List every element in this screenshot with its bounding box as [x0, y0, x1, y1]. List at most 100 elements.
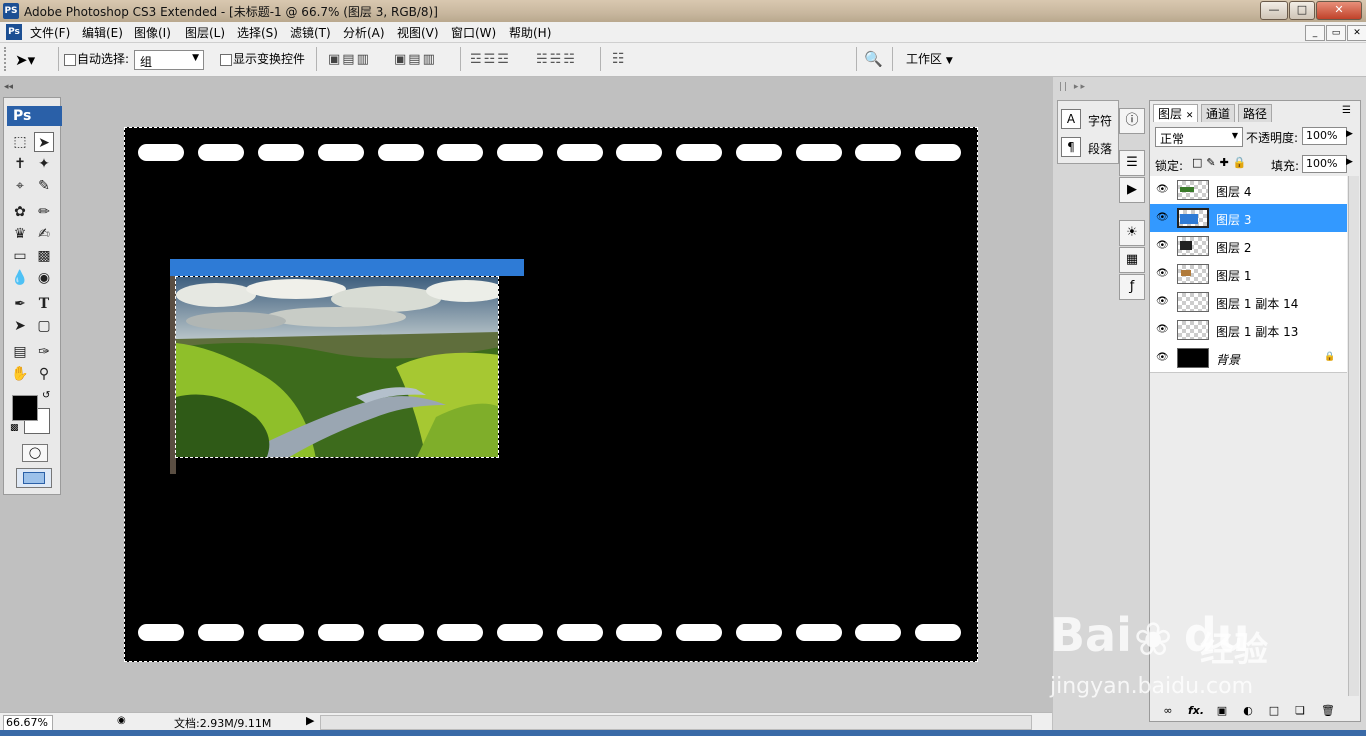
screen-mode-icon[interactable] [16, 468, 52, 488]
layer-name[interactable]: 图层 2 [1216, 239, 1251, 256]
auto-select-dropdown[interactable]: 组 ▼ [134, 50, 204, 70]
default-colors-icon[interactable]: ▩ [10, 423, 19, 433]
menu-view[interactable]: 视图(V) [397, 24, 439, 41]
layer-row-1-copy-13[interactable]: 👁 图层 1 副本 13 [1150, 316, 1347, 345]
layer-name[interactable]: 背景 [1216, 351, 1240, 368]
lasso-icon[interactable]: ✝ [10, 154, 30, 174]
close-icon[interactable]: ✕ [1316, 1, 1362, 20]
status-icon[interactable]: ◉ [117, 715, 126, 726]
eye-icon[interactable]: 👁 [1156, 352, 1169, 364]
adjustment-layer-icon[interactable]: ◐ [1240, 704, 1256, 718]
menu-window[interactable]: 窗口(W) [451, 24, 496, 41]
swap-colors-icon[interactable]: ↺ [42, 390, 50, 401]
history-brush-icon[interactable]: ✍ [34, 224, 54, 244]
magic-wand-icon[interactable]: ✦ [34, 154, 54, 174]
auto-select-checkbox[interactable] [64, 54, 76, 66]
horizontal-scrollbar[interactable] [320, 715, 1032, 730]
layer-name[interactable]: 图层 1 副本 14 [1216, 295, 1298, 312]
layer-name[interactable]: 图层 3 [1216, 211, 1251, 228]
collapse-arrows-icon[interactable]: ◂◂ [4, 82, 60, 94]
layer-mask-icon[interactable]: ▣ [1214, 704, 1230, 718]
maximize-icon[interactable]: □ [1289, 1, 1315, 20]
document-icon[interactable]: Ps [6, 24, 22, 40]
doc-restore-icon[interactable]: ▭ [1326, 25, 1346, 41]
eyedropper-icon[interactable]: ✑ [34, 342, 54, 362]
layer-name[interactable]: 图层 4 [1216, 183, 1251, 200]
workspace-menu[interactable]: 工作区 ▼ [906, 50, 953, 67]
layer-row-1-copy-14[interactable]: 👁 图层 1 副本 14 [1150, 288, 1347, 317]
stamp-icon[interactable]: ♛ [10, 224, 30, 244]
info-icon[interactable]: ⓘ [1119, 108, 1145, 134]
gradient-icon[interactable]: ▩ [34, 246, 54, 266]
slice-icon[interactable]: ✎ [34, 176, 54, 196]
eye-icon[interactable]: 👁 [1156, 296, 1169, 308]
layers-scrollbar[interactable] [1348, 176, 1359, 696]
hand-icon[interactable]: ✋ [10, 364, 30, 384]
styles-icon[interactable]: ƒ [1119, 274, 1145, 300]
panel-menu-icon[interactable]: ☰ [1342, 105, 1351, 116]
brush-icon[interactable]: ✏ [34, 202, 54, 222]
bridge-icon[interactable]: 🔍 [864, 50, 883, 68]
blue-layer-bar[interactable] [170, 259, 524, 276]
menu-file[interactable]: 文件(F) [30, 24, 70, 41]
layer-name[interactable]: 图层 1 副本 13 [1216, 323, 1298, 340]
align-top-icon[interactable]: ▣▤▥ [328, 52, 371, 67]
quick-mask-icon[interactable]: ◯ [22, 444, 48, 462]
blur-icon[interactable]: 💧 [10, 268, 30, 288]
minimize-icon[interactable]: — [1260, 1, 1288, 20]
foreground-color-swatch[interactable] [12, 395, 38, 421]
character-icon[interactable]: A [1061, 109, 1081, 129]
eye-icon[interactable]: 👁 [1156, 212, 1169, 224]
opacity-arrow-icon[interactable]: ▶ [1346, 129, 1353, 139]
healing-icon[interactable]: ✿ [10, 202, 30, 222]
eye-icon[interactable]: 👁 [1156, 184, 1169, 196]
auto-align-icon[interactable]: ☷ [612, 51, 625, 67]
document-canvas[interactable] [124, 127, 978, 662]
fill-arrow-icon[interactable]: ▶ [1346, 157, 1353, 167]
menu-edit[interactable]: 编辑(E) [82, 24, 123, 41]
history-icon[interactable]: ☰ [1119, 150, 1145, 176]
character-label[interactable]: 字符 [1088, 112, 1112, 129]
menu-image[interactable]: 图像(I) [134, 24, 171, 41]
doc-minimize-icon[interactable]: _ [1305, 25, 1325, 41]
menu-analysis[interactable]: 分析(A) [343, 24, 385, 41]
layer-row-background[interactable]: 👁 背景 🔒 [1150, 344, 1347, 373]
menu-filter[interactable]: 滤镜(T) [290, 24, 331, 41]
paragraph-label[interactable]: 段落 [1088, 140, 1112, 157]
path-select-icon[interactable]: ➤ [10, 316, 30, 336]
crop-icon[interactable]: ⌖ [10, 176, 30, 196]
trash-icon[interactable]: 🗑 [1320, 704, 1336, 718]
show-transform-checkbox[interactable] [220, 54, 232, 66]
status-menu-arrow-icon[interactable]: ▶ [306, 714, 314, 727]
actions-icon[interactable]: ▶ [1119, 177, 1145, 203]
new-layer-icon[interactable]: ❏ [1292, 704, 1308, 718]
distribute-horizontal-icon[interactable]: ☵☵☵ [536, 52, 577, 67]
tab-paths[interactable]: 路径 [1238, 104, 1273, 122]
move-icon[interactable]: ➤ [34, 132, 54, 152]
shape-icon[interactable]: ▢ [34, 316, 54, 336]
menu-layer[interactable]: 图层(L) [185, 24, 225, 41]
fill-field[interactable]: 100% [1302, 155, 1347, 173]
swatches-icon[interactable]: ☀ [1119, 220, 1145, 246]
layer-row-2[interactable]: 👁 图层 2 [1150, 232, 1347, 261]
grid-icon[interactable]: ▦ [1119, 247, 1145, 273]
layer-row-4[interactable]: 👁 图层 4 [1150, 176, 1347, 205]
pen-icon[interactable]: ✒ [10, 294, 30, 314]
paragraph-icon[interactable]: ¶ [1061, 137, 1081, 157]
menu-help[interactable]: 帮助(H) [509, 24, 551, 41]
tab-layers[interactable]: 图层 ✕ [1153, 104, 1199, 122]
eye-icon[interactable]: 👁 [1156, 324, 1169, 336]
menu-select[interactable]: 选择(S) [237, 24, 278, 41]
dodge-icon[interactable]: ◉ [34, 268, 54, 288]
zoom-field[interactable]: 66.67% [3, 715, 53, 731]
layer-row-3[interactable]: 👁 图层 3 [1150, 204, 1347, 233]
opacity-field[interactable]: 100% [1302, 127, 1347, 145]
layer-name[interactable]: 图层 1 [1216, 267, 1251, 284]
photoshop-app-icon[interactable]: PS [3, 3, 19, 19]
blend-mode-dropdown[interactable]: 正常 ▼ [1155, 127, 1243, 147]
align-left-icon[interactable]: ▣▤▥ [394, 52, 437, 67]
type-icon[interactable]: T [34, 294, 54, 314]
fx-icon[interactable]: fx. [1188, 704, 1204, 718]
doc-close-icon[interactable]: ✕ [1347, 25, 1366, 41]
lock-options-icons[interactable]: □✎✚🔒 [1192, 156, 1251, 169]
